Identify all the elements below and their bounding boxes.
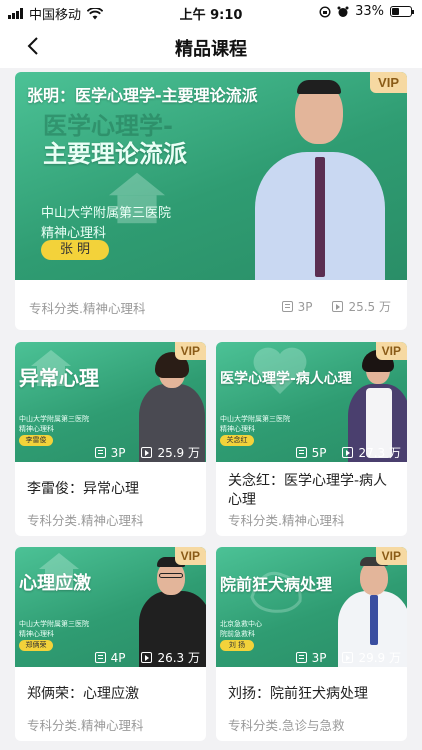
course-stats: 4P 26.3 万 [94,649,200,666]
course-card[interactable]: 院前狂犬病处理 北京急救中心 院前急救科 刘 扬 3P 29.9 万 VIP 刘… [216,547,407,741]
banner-headline-2: 主要理论流派 [43,140,187,168]
course-banner: 医学心理学-病人心理 中山大学附属第三医院 精神心理科 关念红 5P 27.3 … [216,342,407,462]
play-icon [141,447,153,458]
vip-badge: VIP [174,547,206,565]
banner-title: 心理应激 [19,573,91,594]
course-title: 李雷俊：异常心理 [27,481,139,497]
banner-department: 精神心理科 [19,425,54,433]
banner-hospital: 北京急救中心 [220,620,262,628]
banner-hospital: 中山大学附属第三医院 [19,415,89,423]
banner-department: 精神心理科 [220,425,255,433]
course-card[interactable]: 异常心理 中山大学附属第三医院 精神心理科 李雷俊 3P 25.9 万 VIP … [15,342,206,536]
course-stats: 3P 25.9 万 [94,444,200,461]
banner-title: 医学心理学-病人心理 [220,371,352,387]
status-bar: 中国移动 上午 9:10 33% [0,0,422,24]
course-views: 25.5 万 [348,300,391,314]
nav-bar: 精品课程 [0,24,422,68]
course-parts: 3P [311,650,327,665]
rotation-lock-icon [319,5,331,18]
doctor-tag: 张 明 [41,240,109,260]
course-title: 郑俩荣：心理应激 [27,686,139,702]
banner-department: 院前急救科 [220,630,255,638]
doctor-tag: 刘 扬 [220,640,254,651]
document-icon [94,447,106,458]
course-card[interactable]: 心理应激 中山大学附属第三医院 精神心理科 郑俩荣 4P 26.3 万 VIP … [15,547,206,741]
course-title: 关念红：医学心理学-病人心理 [228,473,388,508]
banner-hospital: 中山大学附属第三医院 [19,620,89,628]
banner-hospital: 中山大学附属第三医院 [41,206,172,221]
course-banner: 张明：医学心理学-主要理论流派 医学心理学- 主要理论流派 中山大学附属第三医院… [15,72,407,280]
vip-badge: VIP [375,342,407,360]
course-category: 专科分类.精神心理科 [27,513,144,528]
course-banner: 心理应激 中山大学附属第三医院 精神心理科 郑俩荣 4P 26.3 万 VIP [15,547,206,667]
featured-course-card[interactable]: 张明：医学心理学-主要理论流派 医学心理学- 主要理论流派 中山大学附属第三医院… [15,72,407,330]
banner-title: 异常心理 [19,366,99,390]
course-card[interactable]: 医学心理学-病人心理 中山大学附属第三医院 精神心理科 关念红 5P 27.3 … [216,342,407,536]
banner-department: 精神心理科 [19,630,54,638]
vip-badge: VIP [370,72,407,93]
doctor-tag: 关念红 [220,435,254,446]
alarm-icon [337,6,349,17]
banner-title: 张明：医学心理学-主要理论流派 [27,86,258,105]
vip-badge: VIP [174,342,206,360]
course-views: 25.9 万 [157,446,200,460]
play-icon [342,447,354,458]
course-views: 29.9 万 [358,651,401,665]
course-parts: 3P [110,445,126,460]
play-icon [342,652,354,663]
course-category: 专科分类.精神心理科 [29,301,146,316]
course-category: 专科分类.精神心理科 [27,718,144,733]
banner-department: 精神心理科 [41,226,107,241]
course-views: 26.3 万 [157,651,200,665]
document-icon [295,447,307,458]
course-banner: 异常心理 中山大学附属第三医院 精神心理科 李雷俊 3P 25.9 万 VIP [15,342,206,462]
course-parts: 4P [110,650,126,665]
course-stats: 3P 29.9 万 [295,649,401,666]
doctor-tag: 李雷俊 [19,435,53,446]
document-icon [295,652,307,663]
play-icon [141,652,153,663]
battery-icon [390,6,414,17]
play-icon [332,301,344,312]
course-parts: 5P [311,445,327,460]
document-icon [281,301,293,312]
battery-percent: 33% [355,4,384,19]
course-title: 刘扬：院前狂犬病处理 [228,686,368,702]
banner-title: 院前狂犬病处理 [220,575,333,594]
course-banner: 院前狂犬病处理 北京急救中心 院前急救科 刘 扬 3P 29.9 万 VIP [216,547,407,667]
course-views: 27.3 万 [358,446,401,460]
course-parts: 3P [297,299,313,314]
banner-hospital: 中山大学附属第三医院 [220,415,290,423]
doctor-tag: 郑俩荣 [19,640,53,651]
course-stats: 3P 25.5 万 [281,298,391,315]
course-stats: 5P 27.3 万 [295,444,401,461]
page-title: 精品课程 [175,39,247,60]
vip-badge: VIP [375,547,407,565]
document-icon [94,652,106,663]
course-category: 专科分类.精神心理科 [228,513,345,528]
course-category: 专科分类.急诊与急救 [228,718,345,733]
